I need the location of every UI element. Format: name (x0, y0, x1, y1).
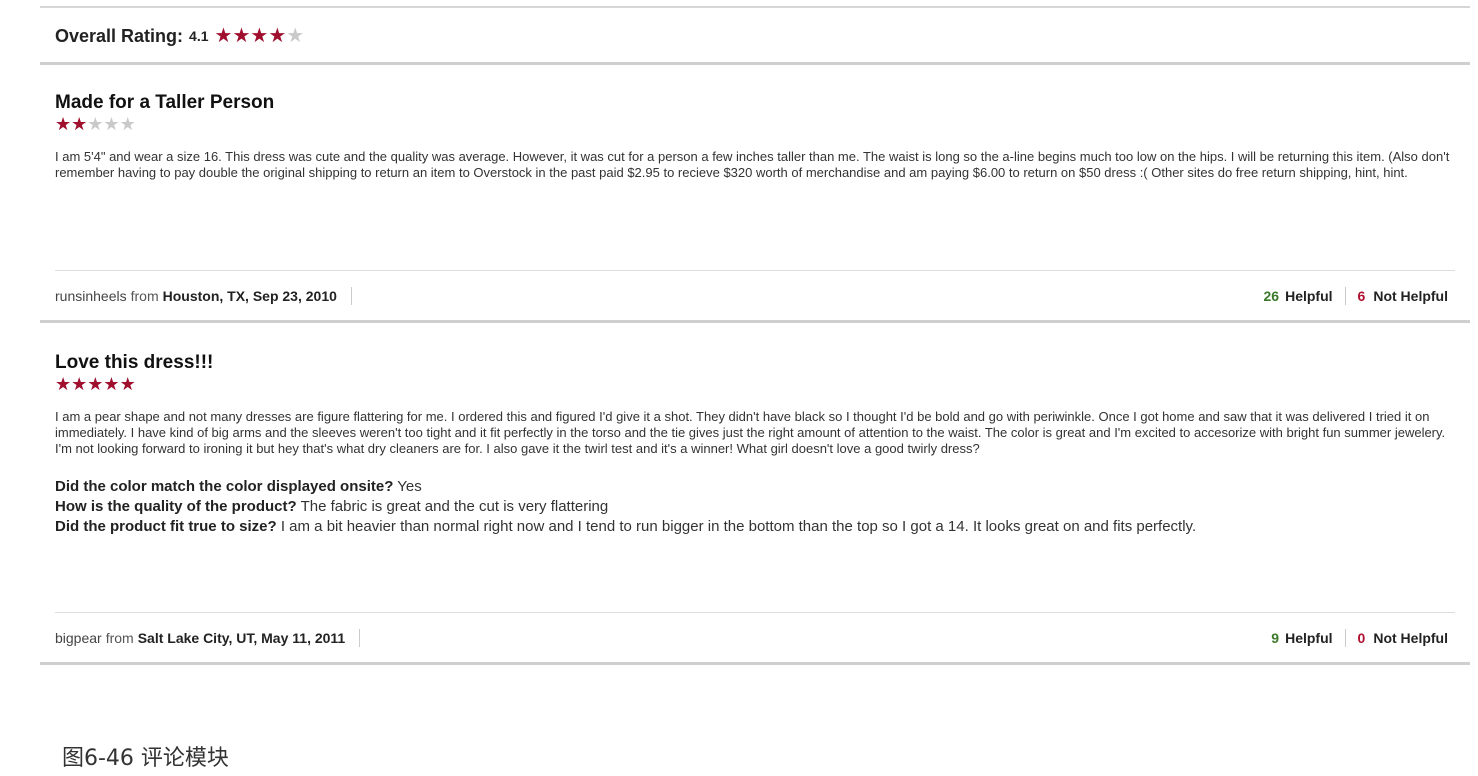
not-helpful-button[interactable]: Not Helpful (1373, 630, 1448, 646)
star-filled-icon: ★ (250, 25, 269, 47)
qa-answer: I am a bit heavier than normal right now… (280, 518, 1197, 535)
review-from-word: from (105, 630, 134, 646)
overall-rating-label: Overall Rating: (55, 25, 184, 46)
star-empty-icon: ★ (87, 114, 104, 134)
star-filled-icon: ★ (119, 374, 136, 394)
votes-separator (1344, 629, 1346, 647)
review-body: I am 5'4" and wear a size 16. This dress… (55, 149, 1450, 180)
review-title: Made for a Taller Person (55, 92, 275, 113)
qa-answer: The fabric is great and the cut is very … (300, 498, 609, 515)
star-empty-icon: ★ (286, 25, 305, 47)
overall-rating-value: 4.1 (189, 28, 209, 44)
star-filled-icon: ★ (55, 114, 72, 134)
helpful-button[interactable]: Helpful (1285, 630, 1332, 646)
review-footer: runsinheels from Houston, TX, Sep 23, 20… (55, 284, 1448, 308)
star-filled-icon: ★ (214, 25, 233, 47)
review-stars: ★ ★ ★ ★ ★ (55, 115, 136, 133)
review-footer-divider (55, 612, 1455, 613)
review-votes: 26 Helpful 6 Not Helpful (1264, 287, 1448, 305)
review-footer-divider (55, 270, 1455, 271)
helpful-button[interactable]: Helpful (1285, 288, 1332, 304)
star-filled-icon: ★ (232, 25, 251, 47)
footer-separator (359, 629, 361, 647)
star-filled-icon: ★ (55, 374, 72, 394)
review-divider (40, 662, 1470, 665)
votes-separator (1344, 287, 1346, 305)
qa-question: Did the product fit true to size? (55, 518, 277, 535)
qa-item: Did the product fit true to size? I am a… (55, 517, 1455, 537)
star-filled-icon: ★ (103, 374, 120, 394)
review-from-word: from (130, 288, 159, 304)
review-location-date: Houston, TX, Sep 23, 2010 (162, 288, 337, 304)
not-helpful-count: 0 (1357, 630, 1366, 646)
qa-question: How is the quality of the product? (55, 498, 297, 515)
overall-divider (40, 62, 1470, 65)
review-footer: bigpear from Salt Lake City, UT, May 11,… (55, 626, 1448, 650)
review-card: Made for a Taller Person ★ ★ ★ ★ ★ I am 5'4"… (55, 92, 1455, 181)
not-helpful-button[interactable]: Not Helpful (1373, 288, 1448, 304)
footer-separator (350, 287, 352, 305)
overall-rating: Overall Rating: 4.1 ★ ★ ★ ★ ★ (55, 22, 304, 50)
review-location-date: Salt Lake City, UT, May 11, 2011 (137, 630, 346, 646)
star-empty-icon: ★ (103, 114, 120, 134)
review-author[interactable]: runsinheels (55, 288, 127, 304)
star-filled-icon: ★ (71, 114, 88, 134)
review-author[interactable]: bigpear (55, 630, 102, 646)
review-qa-list: Did the color match the color displayed … (55, 477, 1455, 537)
review-votes: 9 Helpful 0 Not Helpful (1271, 629, 1448, 647)
helpful-count: 9 (1271, 630, 1280, 646)
overall-rating-stars: ★ ★ ★ ★ ★ (215, 26, 305, 46)
star-empty-icon: ★ (119, 114, 136, 134)
star-filled-icon: ★ (87, 374, 104, 394)
qa-item: Did the color match the color displayed … (55, 477, 1455, 497)
review-stars: ★ ★ ★ ★ ★ (55, 375, 136, 393)
review-body: I am a pear shape and not many dresses a… (55, 409, 1446, 456)
review-title: Love this dress!!! (55, 352, 214, 373)
review-card: Love this dress!!! ★ ★ ★ ★ ★ I am a pear sha… (55, 352, 1455, 537)
qa-answer: Yes (397, 478, 422, 495)
star-filled-icon: ★ (268, 25, 287, 47)
qa-question: Did the color match the color displayed … (55, 478, 394, 495)
not-helpful-count: 6 (1357, 288, 1366, 304)
review-divider (40, 320, 1470, 323)
star-filled-icon: ★ (71, 374, 88, 394)
helpful-count: 26 (1263, 288, 1280, 304)
qa-item: How is the quality of the product? The f… (55, 497, 1455, 517)
top-divider (40, 6, 1470, 8)
figure-caption: 图6-46 评论模块 (62, 746, 229, 771)
